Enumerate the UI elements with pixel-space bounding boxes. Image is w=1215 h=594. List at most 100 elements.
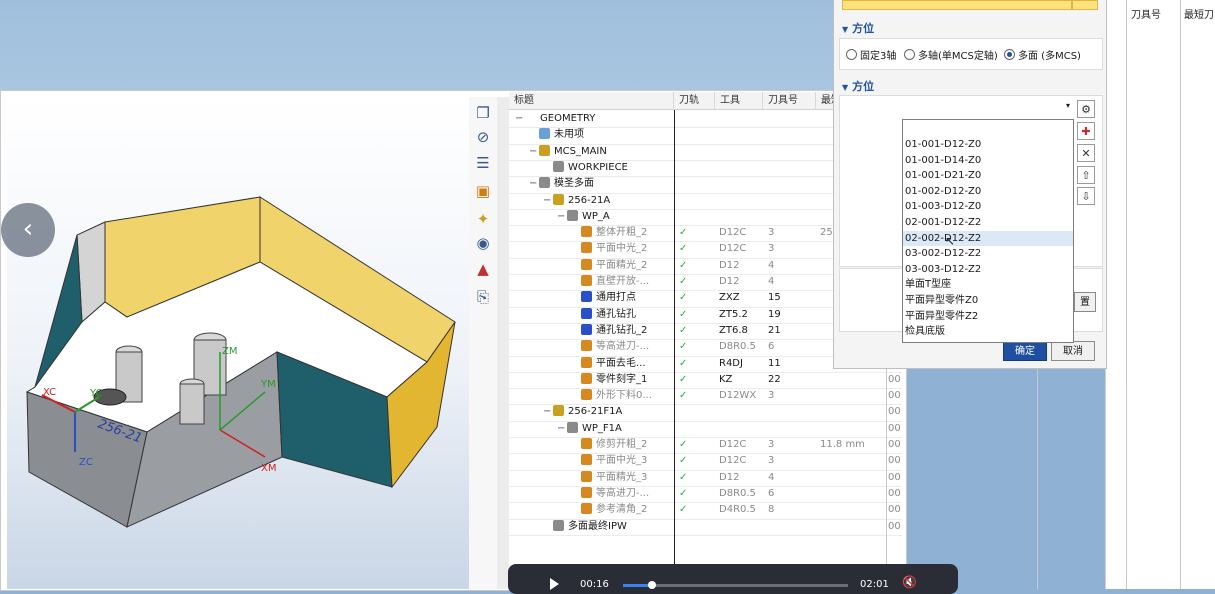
- resource-toolstrip: ❐ ⊘ ☰ ▣ ✦ ◉ ▲ ⎘: [469, 97, 498, 589]
- tree-row[interactable]: 修剪开粗_2 ✓ D12C 3 11.8 mm 00: [509, 437, 902, 453]
- dropdown-option[interactable]: 02-002-D12-Z2: [903, 230, 1073, 246]
- top-input-field[interactable]: [842, 0, 1072, 10]
- previous-nav-button[interactable]: ‹: [1, 203, 55, 257]
- graphics-viewport[interactable]: XC YC ZC XM YM ZM 256-21: [7, 97, 469, 589]
- eye-icon[interactable]: ◉: [473, 233, 493, 253]
- dropdown-arrow-icon[interactable]: ▾: [1066, 101, 1072, 115]
- expand-toggle-icon[interactable]: −: [515, 111, 523, 127]
- tree-row-tool: D12C: [719, 227, 747, 239]
- toolpath-check-icon: ✓: [679, 390, 688, 402]
- dropdown-option[interactable]: 平面异型零件Z0: [903, 293, 1073, 308]
- op-icon: [581, 258, 592, 270]
- mcs-icon: [553, 405, 564, 417]
- op-icon: [581, 470, 592, 482]
- radio-multi-axis[interactable]: 多轴(单MCS定轴): [904, 47, 998, 62]
- move-down-icon[interactable]: ⇩: [1077, 187, 1095, 205]
- orientation-section-header-1[interactable]: ▼ 方位: [842, 20, 874, 36]
- tree-row-toolno: 3: [768, 455, 775, 467]
- tree-row[interactable]: −256-21F1A 00: [509, 404, 902, 420]
- tree-row[interactable]: 外形下料0... ✓ D12WX 3 00: [509, 388, 902, 404]
- dropdown-option[interactable]: 03-002-D12-Z2: [903, 246, 1073, 261]
- tree-row-title: 未用项: [539, 127, 584, 143]
- dropdown-option[interactable]: 01-003-D12-Z0: [903, 199, 1073, 214]
- op-icon: [581, 242, 592, 254]
- close-icon[interactable]: ✕: [1077, 144, 1095, 162]
- expand-toggle-icon[interactable]: −: [529, 176, 537, 192]
- col-header-path[interactable]: 刀轨: [674, 92, 715, 110]
- toolpath-check-icon: ✓: [679, 341, 688, 353]
- add-point-icon[interactable]: ✚: [1077, 122, 1095, 140]
- gear-icon[interactable]: ⚙: [1077, 100, 1095, 118]
- orientation-dropdown-list[interactable]: 01-001-D12-Z0 01-001-D14-Z0 01-001-D21-Z0 0…: [902, 119, 1074, 343]
- dropdown-option[interactable]: 03-003-D12-Z2: [903, 262, 1073, 277]
- toolpath-check-icon: ✓: [679, 243, 688, 255]
- tree-row-tool: D12C: [719, 455, 747, 467]
- expand-toggle-icon[interactable]: −: [529, 144, 537, 160]
- dropdown-option[interactable]: 单面T型座: [903, 277, 1073, 292]
- top-input-button[interactable]: [1072, 0, 1098, 10]
- tree-row-toolno: 6: [768, 487, 775, 499]
- axis-zc-label: ZC: [79, 457, 93, 468]
- dropdown-option[interactable]: 01-001-D21-Z0: [903, 168, 1073, 183]
- col-header-title[interactable]: 标题: [509, 92, 674, 110]
- orientation-section-header-2[interactable]: ▼ 方位: [842, 78, 874, 94]
- tree-row[interactable]: 平面精光_3 ✓ D12 4 00: [509, 470, 902, 486]
- tree-row-title: GEOMETRY: [525, 111, 595, 127]
- settings-button[interactable]: 置: [1074, 292, 1096, 312]
- dropdown-option[interactable]: 01-001-D12-Z0: [903, 137, 1073, 152]
- tree-row-tool: D12: [719, 276, 740, 287]
- tree-row-title: 256-21F1A: [553, 404, 622, 420]
- tree-row-time: 00: [888, 373, 901, 385]
- toolpath-check-icon: ✓: [679, 292, 688, 304]
- tree-row[interactable]: 等高进刀-... ✓ D8R0.5 6 00: [509, 486, 902, 502]
- tree-row-toolno: 19: [768, 308, 781, 320]
- list-icon[interactable]: ☰: [473, 153, 493, 173]
- expand-toggle-icon[interactable]: −: [557, 209, 565, 225]
- radio-fixed-3axis[interactable]: 固定3轴: [846, 47, 896, 62]
- toolpath-check-icon: ✓: [679, 455, 688, 467]
- axis-xm-label: XM: [261, 463, 276, 474]
- col-header-tool[interactable]: 工具: [715, 92, 763, 110]
- bg-grid-line: [1037, 368, 1038, 589]
- tree-row[interactable]: 平面中光_3 ✓ D12C 3 00: [509, 453, 902, 469]
- ok-button[interactable]: 确定: [1003, 341, 1047, 361]
- tree-row-title: 模圣多面: [539, 176, 594, 192]
- expand-toggle-icon[interactable]: −: [543, 193, 551, 209]
- video-total-time: 02:01: [860, 579, 889, 590]
- rainbow-icon[interactable]: ▲: [473, 259, 493, 279]
- dropdown-option[interactable]: 01-002-D12-Z0: [903, 184, 1073, 199]
- tree-row[interactable]: 多面最终IPW 00: [509, 519, 902, 535]
- play-icon[interactable]: [550, 578, 559, 590]
- cancel-button[interactable]: 取消: [1051, 341, 1095, 361]
- tree-row-title: 平面中光_3: [581, 453, 647, 469]
- op-icon: [581, 438, 592, 449]
- star-icon[interactable]: ✦: [473, 209, 493, 229]
- tree-row[interactable]: 零件刻字_1 ✓ KZ 22 00: [509, 372, 902, 388]
- mute-icon[interactable]: 🔇: [902, 575, 917, 589]
- tree-row-title: 整体开粗_2: [581, 225, 647, 241]
- video-progress-knob[interactable]: [648, 581, 657, 589]
- machine-tool-icon[interactable]: ▣: [473, 181, 493, 201]
- splitter[interactable]: [497, 97, 509, 589]
- tree-row[interactable]: 参考清角_2 ✓ D4R0.5 8 00: [509, 502, 902, 518]
- radio-circle: [904, 49, 915, 60]
- dropdown-option[interactable]: 检具底版: [903, 324, 1073, 339]
- expand-toggle-icon[interactable]: −: [557, 421, 565, 437]
- dropdown-option[interactable]: 02-001-D12-Z2: [903, 215, 1073, 230]
- dropdown-option[interactable]: 01-001-D14-Z0: [903, 153, 1073, 168]
- sheet-icon[interactable]: ⎘: [473, 287, 493, 307]
- background-table: 刀具号 最短刀: [1105, 0, 1215, 589]
- hide-icon[interactable]: ⊘: [473, 127, 493, 147]
- col-header-toolno[interactable]: 刀具号: [763, 92, 816, 110]
- tree-row-time: 00: [888, 455, 901, 467]
- tree-row-toolno: 21: [768, 324, 781, 336]
- layers-icon[interactable]: ❐: [473, 103, 493, 123]
- folder-icon: [539, 128, 550, 140]
- dropdown-option[interactable]: 平面异型零件Z2: [903, 309, 1073, 324]
- toolpath-check-icon: ✓: [679, 439, 688, 450]
- move-up-icon[interactable]: ⇧: [1077, 166, 1095, 184]
- video-progress-track[interactable]: [623, 581, 848, 589]
- tree-row[interactable]: − WP_F1A 00: [509, 421, 902, 437]
- radio-multi-face[interactable]: 多面 (多MCS): [1004, 47, 1081, 62]
- expand-toggle-icon[interactable]: −: [543, 404, 551, 420]
